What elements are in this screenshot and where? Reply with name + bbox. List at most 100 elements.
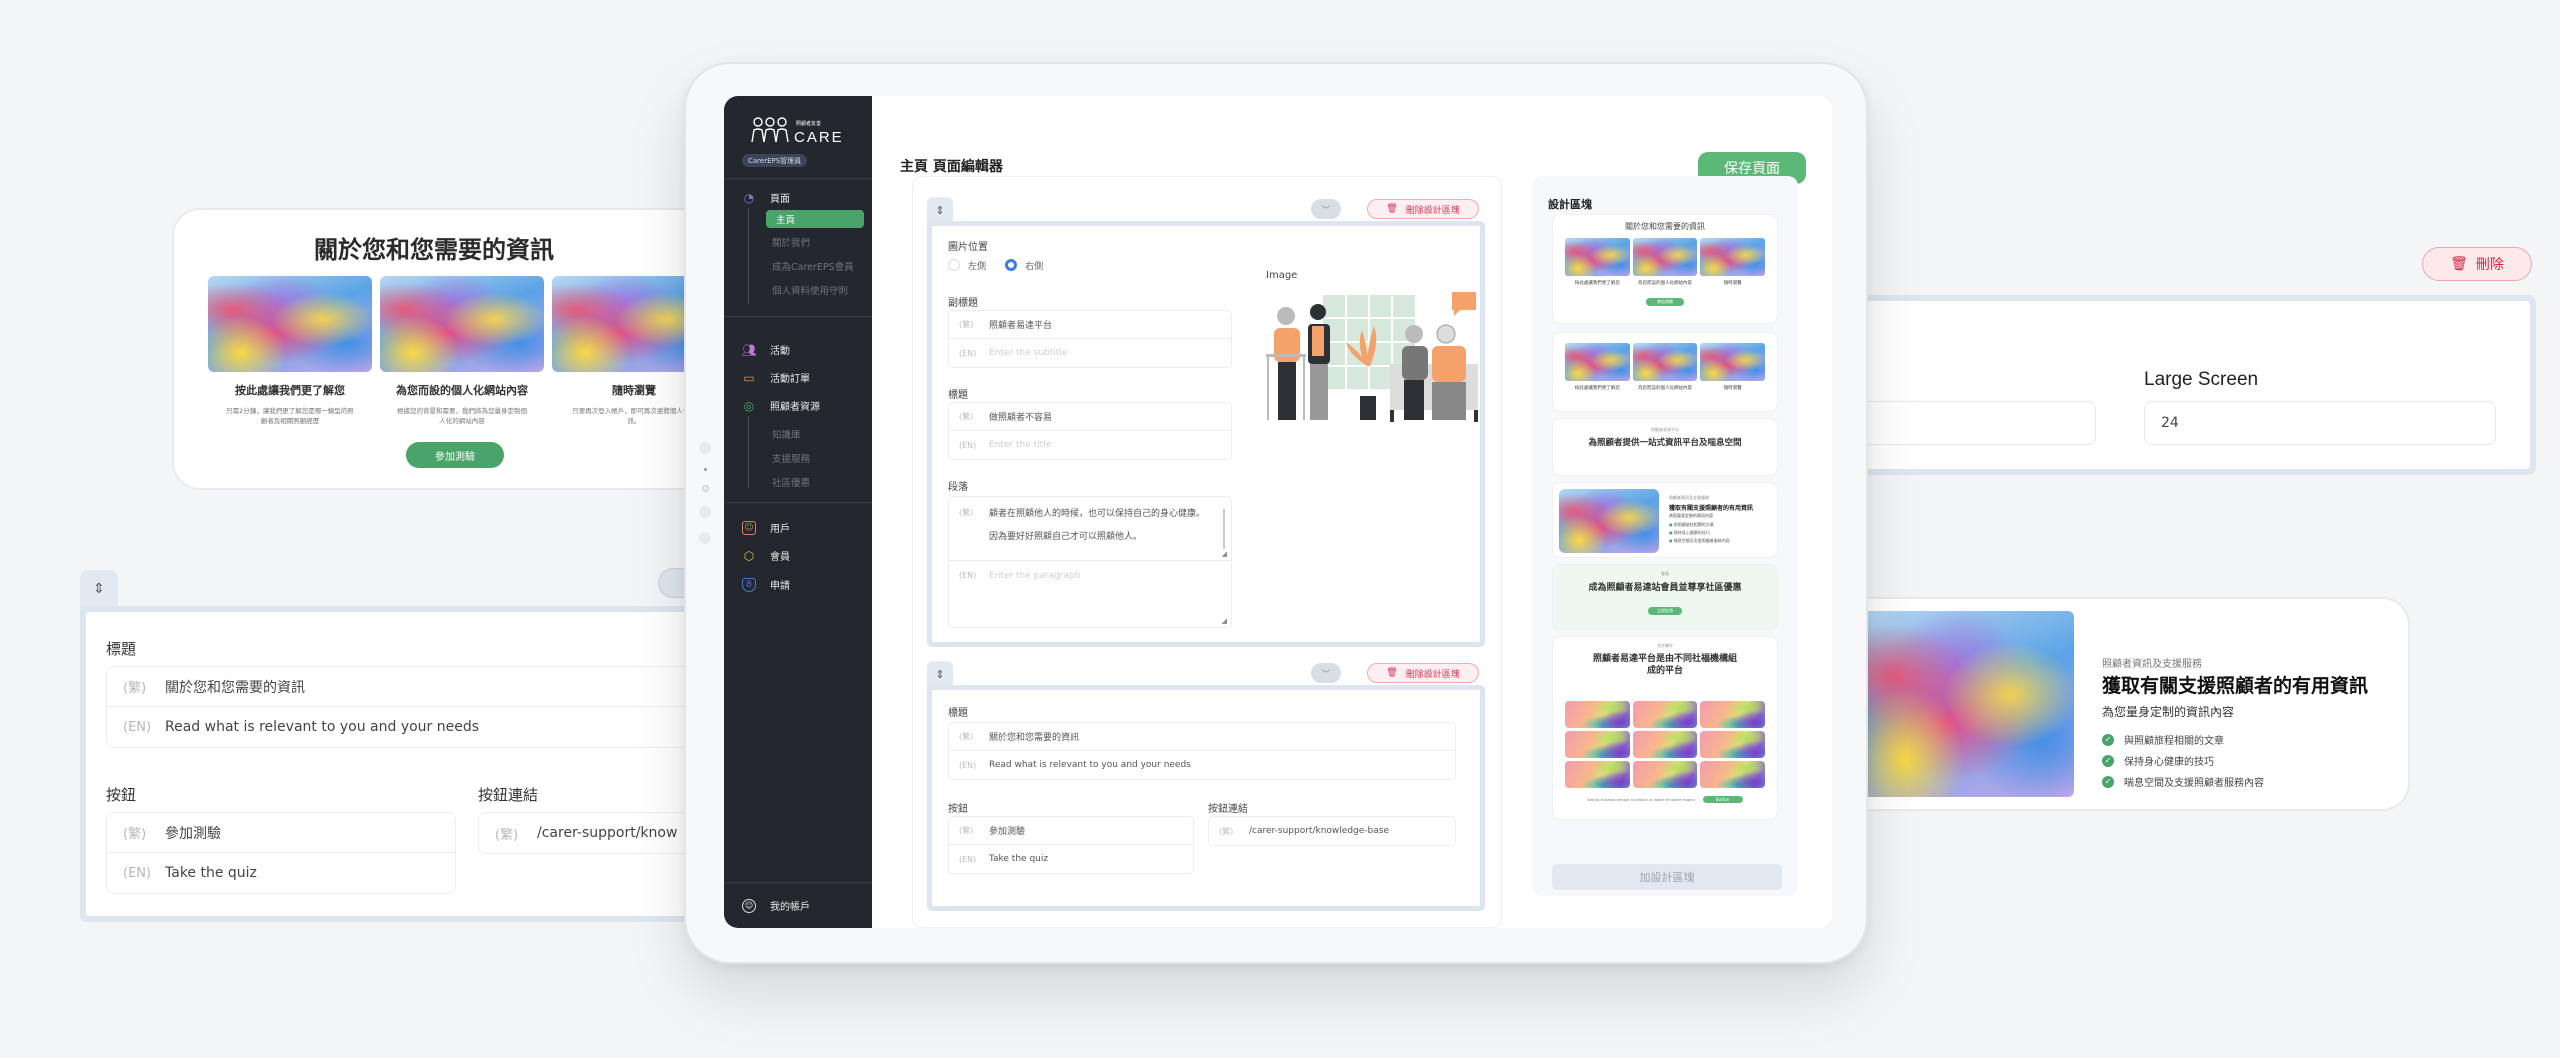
lang-tag-zh: (繁) (123, 827, 147, 842)
large-screen-input[interactable]: 24 (2144, 401, 2496, 445)
design-blocks-title: 設計區塊 (1548, 198, 1592, 211)
design-block-preview[interactable]: 按此處讓我們更了解您 為您而設的個人化網站內容 隨時瀏覽 (1552, 332, 1778, 412)
sidebar-item-users[interactable]: ☺ 用戶 (742, 520, 790, 535)
subtitle-label: 副標題 (948, 298, 978, 309)
size-settings-card: Large Screen 24 (1846, 295, 2536, 475)
feature-title: 按此處讓我們更了解您 (235, 384, 345, 397)
sidebar-subitem-knowledge-base[interactable]: 知識庫 (772, 427, 801, 441)
button-en-input[interactable]: Take the quiz (989, 854, 1048, 864)
design-block-preview[interactable]: 合作夥伴 照顧者易達平台是由不同社福機構組成的平台 Sed do eiusmod… (1552, 636, 1778, 820)
radio-left[interactable]: 左側 (948, 259, 986, 272)
member-icon: ⬡ (743, 548, 755, 563)
tablet-sensors (698, 442, 712, 558)
button-link-input[interactable]: /carer-support/knowledge-base (1249, 826, 1389, 836)
medium-screen-input[interactable] (1846, 401, 2096, 445)
title-zh-input[interactable]: 關於您和您需要的資訊 (989, 730, 1079, 743)
scrollbar[interactable] (1223, 509, 1225, 549)
sidebar-item-carer-resources[interactable]: ◎ 照顧者資源 (742, 398, 820, 414)
radio-right[interactable]: 右側 (1005, 259, 1043, 272)
delete-block-label: 刪除設計區塊 (1405, 669, 1460, 680)
feature-title: 為您而設的個人化網站內容 (396, 384, 528, 397)
sidebar-subitem-privacy[interactable]: 個人資料使用守則 (772, 283, 848, 297)
title-zh-input[interactable]: 做照顧者不容易 (989, 410, 1052, 423)
divider (724, 316, 872, 317)
take-quiz-button[interactable]: 參加測驗 (406, 442, 504, 468)
subtitle-en-input[interactable]: Enter the subtitle (989, 348, 1067, 358)
pages-icon: ◔ (743, 190, 755, 205)
ticket-icon: ▭ (743, 370, 755, 385)
delete-block-label: 刪除設計區塊 (1405, 205, 1460, 216)
sidebar-item-applications[interactable]: 8 申請 (742, 577, 790, 592)
preview-kicker: 照顧者易達平台 (1651, 427, 1679, 432)
design-block-preview[interactable]: 會員 成為照顧者易達站會員並尊享社區優惠 立即註冊 (1552, 564, 1778, 630)
preview-title: 關於您和您需要的資訊 (1625, 222, 1705, 231)
lang-tag-zh: (繁) (959, 732, 974, 741)
sidebar-item-activity-orders[interactable]: ▭ 活動訂單 (742, 370, 810, 386)
drag-handle-icon[interactable]: ⇕ (80, 570, 118, 608)
sidebar-subitem-membership[interactable]: 成為CarerEPS會員 (772, 259, 854, 273)
button-zh-input[interactable]: 參加測驗 (989, 824, 1025, 837)
title-en-input[interactable]: Read what is relevant to you and your ne… (165, 719, 479, 735)
subtitle-zh-input[interactable]: 照顧者易達平台 (989, 318, 1052, 331)
account-icon: ☺ (742, 898, 756, 913)
design-block-preview[interactable]: 關於您和您需要的資訊 按此處讓我們更了解您 為您而設的個人化網站內容 隨時瀏覽 … (1552, 214, 1778, 324)
trash-icon: 🗑 (2450, 256, 2468, 272)
delete-block-button[interactable]: 🗑 刪除設計區塊 (1367, 663, 1479, 683)
lang-tag-en: (EN) (959, 440, 977, 450)
button-link-input[interactable]: /carer-support/know (537, 825, 677, 841)
large-screen-label: Large Screen (2144, 369, 2259, 390)
lang-tag-zh: (繁) (123, 681, 147, 696)
lang-tag-zh: (繁) (1219, 826, 1234, 836)
preview-title: 關於您和您需要的資訊 (314, 236, 554, 264)
button-link-field: (繁) /carer-support/knowledge-base (1208, 816, 1456, 846)
title-en-input[interactable]: Enter the title (989, 440, 1051, 450)
button-link-field: (繁) /carer-support/know (478, 812, 714, 854)
resize-grip-icon[interactable]: ◢ (1222, 550, 1227, 558)
button-en-input[interactable]: Take the quiz (165, 865, 257, 881)
paragraph-en-textarea[interactable]: (EN) Enter the paragraph ◢ (949, 561, 1231, 627)
sidebar-item-label: 頁面 (770, 194, 790, 205)
sidebar-item-label: 申請 (770, 581, 790, 592)
paragraph-zh-textarea[interactable]: (繁) 顧者在照顧他人的時候，也可以保持自己的身心健康。 因為要好好照顧自己才可… (949, 497, 1231, 561)
sidebar-subitem-community-offers[interactable]: 社區優惠 (772, 475, 810, 489)
title-en-input[interactable]: Read what is relevant to you and your ne… (989, 760, 1191, 770)
lang-tag-en: (EN) (123, 865, 152, 881)
paragraph-line: 顧者在照顧他人的時候，也可以保持自己的身心健康。 (989, 509, 1206, 519)
feature-subtitle: 為您量身定制的資訊內容 (2102, 705, 2235, 719)
user-icon: ☺ (742, 520, 756, 535)
title-zh-input[interactable]: 關於您和您需要的資訊 (165, 677, 305, 697)
main-content: 主頁 頁面編輯器 保存頁面 ⇕ ﹀ 🗑 刪除設計區塊 圖片位置 左側 右側 副標… (872, 96, 1832, 928)
reorder-handle-icon[interactable]: ⇕ (927, 197, 953, 223)
lang-tag-en: (EN) (959, 854, 977, 864)
collapse-chevron-icon[interactable]: ﹀ (1311, 663, 1341, 683)
design-block-preview[interactable]: 照顧者資訊及支援服務 獲取有關支援照顧者的有用資訊 為您量身定制的資訊內容 ● … (1552, 482, 1778, 558)
delete-button[interactable]: 🗑 刪除 (2422, 247, 2532, 281)
button-label: 按鈕 (106, 786, 137, 804)
svg-text:照顧者友善: 照顧者友善 (796, 120, 821, 127)
lang-tag-zh: (繁) (495, 827, 519, 843)
bullet-item: ✓ 喘息空間及支援照顧者服務內容 (2102, 771, 2264, 792)
collapse-chevron-icon[interactable]: ﹀ (1311, 199, 1341, 219)
sidebar-item-my-account[interactable]: ☺ 我的帳戶 (742, 898, 810, 913)
paragraph-field: (繁) 顧者在照顧他人的時候，也可以保持自己的身心健康。 因為要好好照顧自己才可… (948, 496, 1232, 628)
sidebar-subitem-home[interactable]: 主頁 (766, 210, 864, 228)
sidebar-item-activities[interactable]: 👥︎ 活動 (741, 342, 790, 358)
sidebar-subitem-about[interactable]: 關於我們 (772, 235, 810, 249)
delete-block-button[interactable]: 🗑 刪除設計區塊 (1367, 199, 1479, 219)
preview-feature: 按此處讓我們更了解您 只需2分鐘，讓我們更了解您是哪一類型的照顧者及相關照顧經歷 (208, 276, 372, 426)
design-block-preview[interactable]: 照顧者易達平台 為照顧者提供一站式資訊平台及喘息空間 (1552, 418, 1778, 476)
paragraph-line: 因為要好好照顧自己才可以照顧他人。 (989, 532, 1143, 542)
radio-label: 右側 (1025, 261, 1044, 272)
add-design-block-button[interactable]: 加設計區塊 (1552, 864, 1782, 890)
paragraph-en-placeholder: Enter the paragraph (989, 571, 1081, 581)
carer-illustration-image[interactable] (1266, 286, 1478, 424)
sidebar-subitem-support-services[interactable]: 支援服務 (772, 451, 810, 465)
sidebar-item-members[interactable]: ⬡ 會員 (742, 548, 790, 564)
reorder-handle-icon[interactable]: ⇕ (927, 661, 953, 687)
resize-grip-icon[interactable]: ◢ (1222, 617, 1227, 625)
sidebar-item-pages[interactable]: ◔ 頁面 (742, 190, 790, 206)
title-label: 標題 (948, 390, 968, 401)
button-zh-input[interactable]: 參加測驗 (165, 823, 221, 843)
lang-tag-zh: (繁) (959, 826, 974, 835)
care-logo: CARE 照顧者友善 (751, 117, 842, 146)
